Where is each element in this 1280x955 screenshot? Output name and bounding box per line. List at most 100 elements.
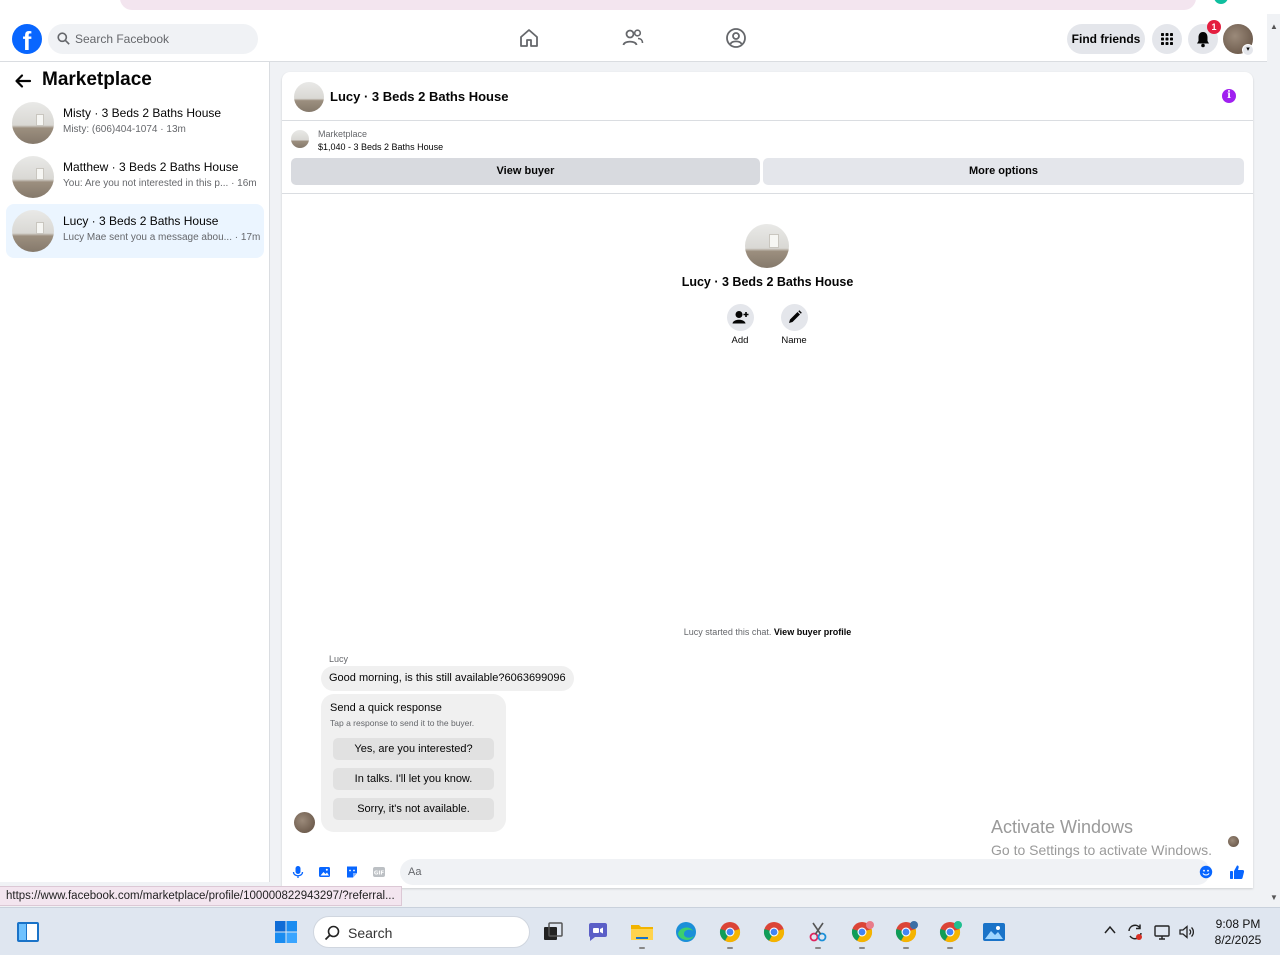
listing-thumbnail	[12, 210, 54, 252]
snipping-tool-icon[interactable]	[806, 920, 830, 944]
photos-app-icon[interactable]	[982, 920, 1006, 944]
quick-response-title: Send a quick response	[330, 702, 442, 714]
search-icon	[324, 925, 340, 941]
home-icon[interactable]	[517, 26, 541, 50]
gif-icon[interactable]: GIF	[372, 865, 386, 879]
chrome-profile-icon[interactable]	[938, 920, 962, 944]
conversation-item-matthew[interactable]: Matthew · 3 Beds 2 Baths House You: Are …	[6, 150, 264, 204]
chrome-profile-icon[interactable]	[850, 920, 874, 944]
chrome-icon[interactable]	[718, 920, 742, 944]
running-indicator	[903, 947, 909, 949]
clock-date: 8/2/2025	[1214, 933, 1262, 947]
sidebar-title: Marketplace	[42, 69, 152, 90]
chrome-profile-icon[interactable]	[894, 920, 918, 944]
quick-response-in-talks-button[interactable]: In talks. I'll let you know.	[333, 768, 494, 790]
activate-windows-subtext: Go to Settings to activate Windows.	[991, 842, 1212, 858]
chat-title[interactable]: Lucy · 3 Beds 2 Baths House	[330, 89, 508, 104]
view-buyer-button[interactable]: View buyer	[291, 158, 760, 185]
emoji-icon[interactable]	[1199, 865, 1213, 879]
clock-time: 9:08 PM	[1215, 917, 1261, 931]
chat-profile-thumbnail	[745, 224, 789, 268]
search-input[interactable]	[75, 24, 250, 54]
quick-response-not-available-button[interactable]: Sorry, it's not available.	[333, 798, 494, 820]
facebook-logo-icon[interactable]: f	[12, 24, 42, 54]
thumbs-up-icon[interactable]	[1229, 864, 1245, 880]
running-indicator	[947, 947, 953, 949]
message-composer: GIF	[282, 856, 1253, 888]
pencil-icon	[789, 310, 802, 323]
notification-badge: 1	[1207, 20, 1221, 34]
view-buyer-profile-link[interactable]: View buyer profile	[774, 627, 851, 637]
browser-profile-icon[interactable]	[1214, 0, 1228, 4]
running-indicator	[727, 947, 733, 949]
chrome-icon[interactable]	[762, 920, 786, 944]
svg-text:GIF: GIF	[374, 871, 385, 877]
search-box[interactable]	[48, 24, 258, 54]
listing-thumbnail	[12, 102, 54, 144]
address-bar[interactable]	[120, 0, 1196, 10]
sync-icon[interactable]	[1126, 923, 1144, 944]
running-indicator	[815, 947, 821, 949]
running-indicator	[859, 947, 865, 949]
running-indicator	[639, 947, 645, 949]
conversation-name: Matthew · 3 Beds 2 Baths House	[63, 160, 239, 174]
listing-thumbnail[interactable]	[291, 130, 309, 148]
scroll-up-arrow-icon[interactable]: ▲	[1268, 22, 1280, 34]
seen-receipt-avatar	[1228, 836, 1239, 847]
groups-icon[interactable]	[724, 26, 748, 50]
friends-icon[interactable]	[621, 26, 645, 50]
conversation-preview: You: Are you not interested in this p...…	[63, 178, 257, 189]
scroll-down-arrow-icon[interactable]: ▼	[1268, 893, 1280, 905]
conversation-item-lucy[interactable]: Lucy · 3 Beds 2 Baths House Lucy Mae sen…	[6, 204, 264, 258]
task-view-icon[interactable]	[541, 920, 565, 944]
conversation-name: Lucy · 3 Beds 2 Baths House	[63, 214, 219, 228]
listing-thumbnail	[12, 156, 54, 198]
message-bubble[interactable]: Good morning, is this still available?60…	[321, 666, 574, 691]
chat-thumbnail[interactable]	[294, 82, 324, 112]
browser-address-strip	[0, 0, 1280, 14]
file-explorer-icon[interactable]	[630, 920, 654, 944]
divider	[282, 193, 1253, 194]
edge-browser-icon[interactable]	[674, 920, 698, 944]
marketplace-sidebar: Marketplace Misty · 3 Beds 2 Baths House…	[0, 62, 270, 882]
sticker-icon[interactable]	[345, 865, 359, 879]
widgets-icon[interactable]	[16, 920, 40, 944]
taskbar-search-box[interactable]: Search	[313, 916, 530, 948]
photo-icon[interactable]	[318, 865, 332, 879]
quick-response-yes-button[interactable]: Yes, are you interested?	[333, 738, 494, 760]
tray-overflow-chevron-icon[interactable]	[1103, 923, 1117, 940]
taskbar-clock[interactable]: 9:08 PM 8/2/2025	[1203, 916, 1273, 948]
add-people-button[interactable]	[727, 304, 754, 331]
volume-icon[interactable]	[1178, 923, 1196, 944]
quick-response-card: Send a quick response Tap a response to …	[321, 694, 506, 832]
chat-app-icon[interactable]	[586, 920, 610, 944]
windows-start-icon[interactable]	[274, 920, 298, 944]
listing-price-title[interactable]: $1,040 - 3 Beds 2 Baths House	[318, 142, 443, 152]
chevron-down-icon[interactable]: ▾	[1242, 44, 1254, 56]
search-icon	[57, 32, 70, 45]
info-icon[interactable]: i	[1222, 89, 1236, 103]
conversation-preview: Lucy Mae sent you a message abou... · 17…	[63, 232, 261, 243]
menu-grid-button[interactable]	[1152, 24, 1182, 54]
taskbar-search-label: Search	[348, 925, 393, 941]
add-label: Add	[731, 335, 749, 346]
started-text: Lucy started this chat.	[683, 627, 774, 637]
more-options-button[interactable]: More options	[763, 158, 1244, 185]
marketplace-label: Marketplace	[318, 129, 368, 139]
network-icon[interactable]	[1153, 923, 1171, 944]
conversation-item-misty[interactable]: Misty · 3 Beds 2 Baths House Misty: (606…	[6, 96, 264, 150]
rename-button[interactable]	[781, 304, 808, 331]
microphone-icon[interactable]	[291, 865, 305, 879]
quick-response-subtitle: Tap a response to send it to the buyer.	[330, 718, 475, 728]
grid-icon	[1161, 33, 1173, 45]
activate-windows-watermark: Activate Windows	[991, 817, 1134, 837]
message-input[interactable]	[400, 859, 1210, 885]
chat-started-note: Lucy started this chat. View buyer profi…	[282, 627, 1253, 637]
back-arrow-icon[interactable]	[14, 72, 32, 95]
sender-name: Lucy	[329, 654, 349, 664]
chat-header: Lucy · 3 Beds 2 Baths House i	[282, 72, 1253, 121]
conversation-preview: Misty: (606)404-1074 · 13m	[63, 124, 186, 135]
windows-taskbar: Search 9:08 PM 8/2/2025	[0, 907, 1280, 955]
sender-avatar[interactable]	[294, 812, 315, 833]
find-friends-button[interactable]: Find friends	[1067, 24, 1145, 54]
